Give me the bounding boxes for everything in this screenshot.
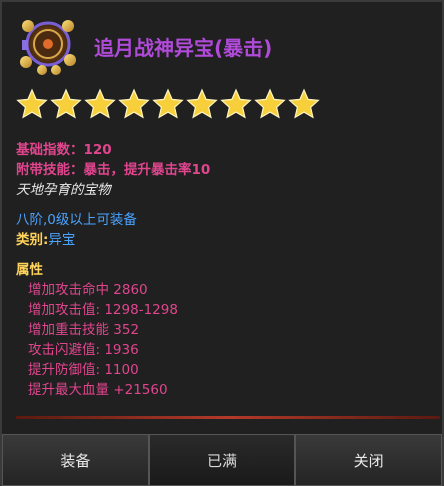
star-icon [152, 88, 184, 119]
star-icon [50, 88, 82, 119]
item-title: 追月战神异宝(暴击) [94, 36, 273, 60]
attribute-line: 提升最大血量 +21560 [28, 382, 168, 398]
close-button[interactable]: 关闭 [295, 434, 443, 486]
equip-requirement: 八阶,0级以上可装备 [16, 212, 137, 228]
star-icon [16, 88, 48, 119]
category-value: 异宝 [48, 232, 76, 248]
bonus-skill: 附带技能：暴击，提升暴击率10 [16, 162, 211, 178]
star-icon [220, 88, 252, 119]
attribute-line: 提升防御值: 1100 [28, 362, 139, 378]
attribute-line: 增加攻击命中 2860 [28, 282, 148, 298]
tooltip-header: 追月战神异宝(暴击) [2, 2, 442, 86]
item-lore: 天地孕育的宝物 [16, 182, 111, 198]
star-icon [118, 88, 150, 119]
full-button[interactable]: 已满 [148, 434, 296, 486]
item-category: 类别:异宝 [16, 228, 75, 248]
star-icon [254, 88, 286, 119]
star-icon [186, 88, 218, 119]
equip-button[interactable]: 装备 [2, 434, 149, 486]
attribute-line: 增加攻击值: 1298-1298 [28, 302, 178, 318]
attribute-line: 增加重击技能 352 [28, 322, 140, 338]
item-tooltip: 追月战神异宝(暴击) 基础指数：120 附带技能：暴击，提升暴击率10 天地孕育… [0, 0, 444, 486]
treasure-bag-icon [20, 20, 76, 75]
category-label: 类别: [16, 232, 49, 248]
button-bar: 装备 已满 关闭 [2, 434, 443, 486]
attribute-line: 攻击闪避值: 1936 [28, 342, 139, 358]
star-icon [288, 88, 320, 119]
divider [16, 416, 440, 419]
attributes-heading: 属性 [16, 262, 43, 278]
star-rating [16, 88, 320, 120]
star-icon [84, 88, 116, 119]
base-index: 基础指数：120 [16, 142, 112, 158]
